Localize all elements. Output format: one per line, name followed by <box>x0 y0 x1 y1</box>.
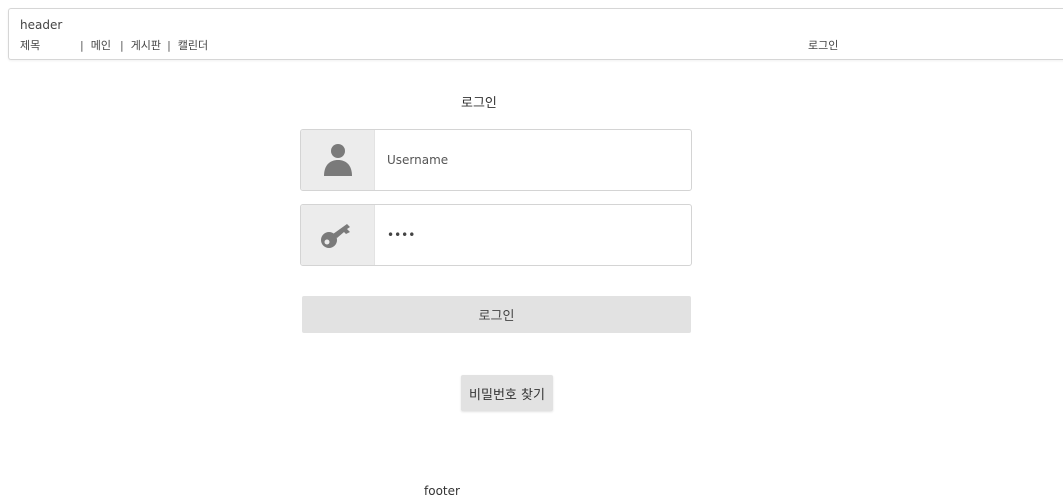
nav-separator: | <box>119 39 124 52</box>
nav-bar: 제목 | 메인 | 게시판 | 캘린더 <box>20 37 208 53</box>
nav-item-board[interactable]: 게시판 <box>131 37 161 53</box>
nav-item-calendar[interactable]: 캘린더 <box>178 37 208 53</box>
nav-separator: | <box>167 39 171 52</box>
password-field <box>300 204 692 266</box>
username-field <box>300 129 692 191</box>
page-title: 로그인 <box>461 96 497 111</box>
find-password-button[interactable]: 비밀번호 찾기 <box>461 375 553 411</box>
site-title[interactable]: 제목 <box>20 37 78 53</box>
nav-separator: | <box>80 39 84 52</box>
header-label: header <box>20 18 63 32</box>
password-input[interactable] <box>375 205 691 265</box>
header-login-link[interactable]: 로그인 <box>808 37 838 53</box>
nav-item-main[interactable]: 메인 <box>91 37 111 53</box>
login-button[interactable]: 로그인 <box>302 296 691 333</box>
key-icon <box>301 205 375 265</box>
username-input[interactable] <box>375 130 691 190</box>
footer: footer <box>424 484 460 498</box>
user-icon <box>301 130 375 190</box>
header: header 제목 | 메인 | 게시판 | 캘린더 로그인 <box>8 8 1063 60</box>
